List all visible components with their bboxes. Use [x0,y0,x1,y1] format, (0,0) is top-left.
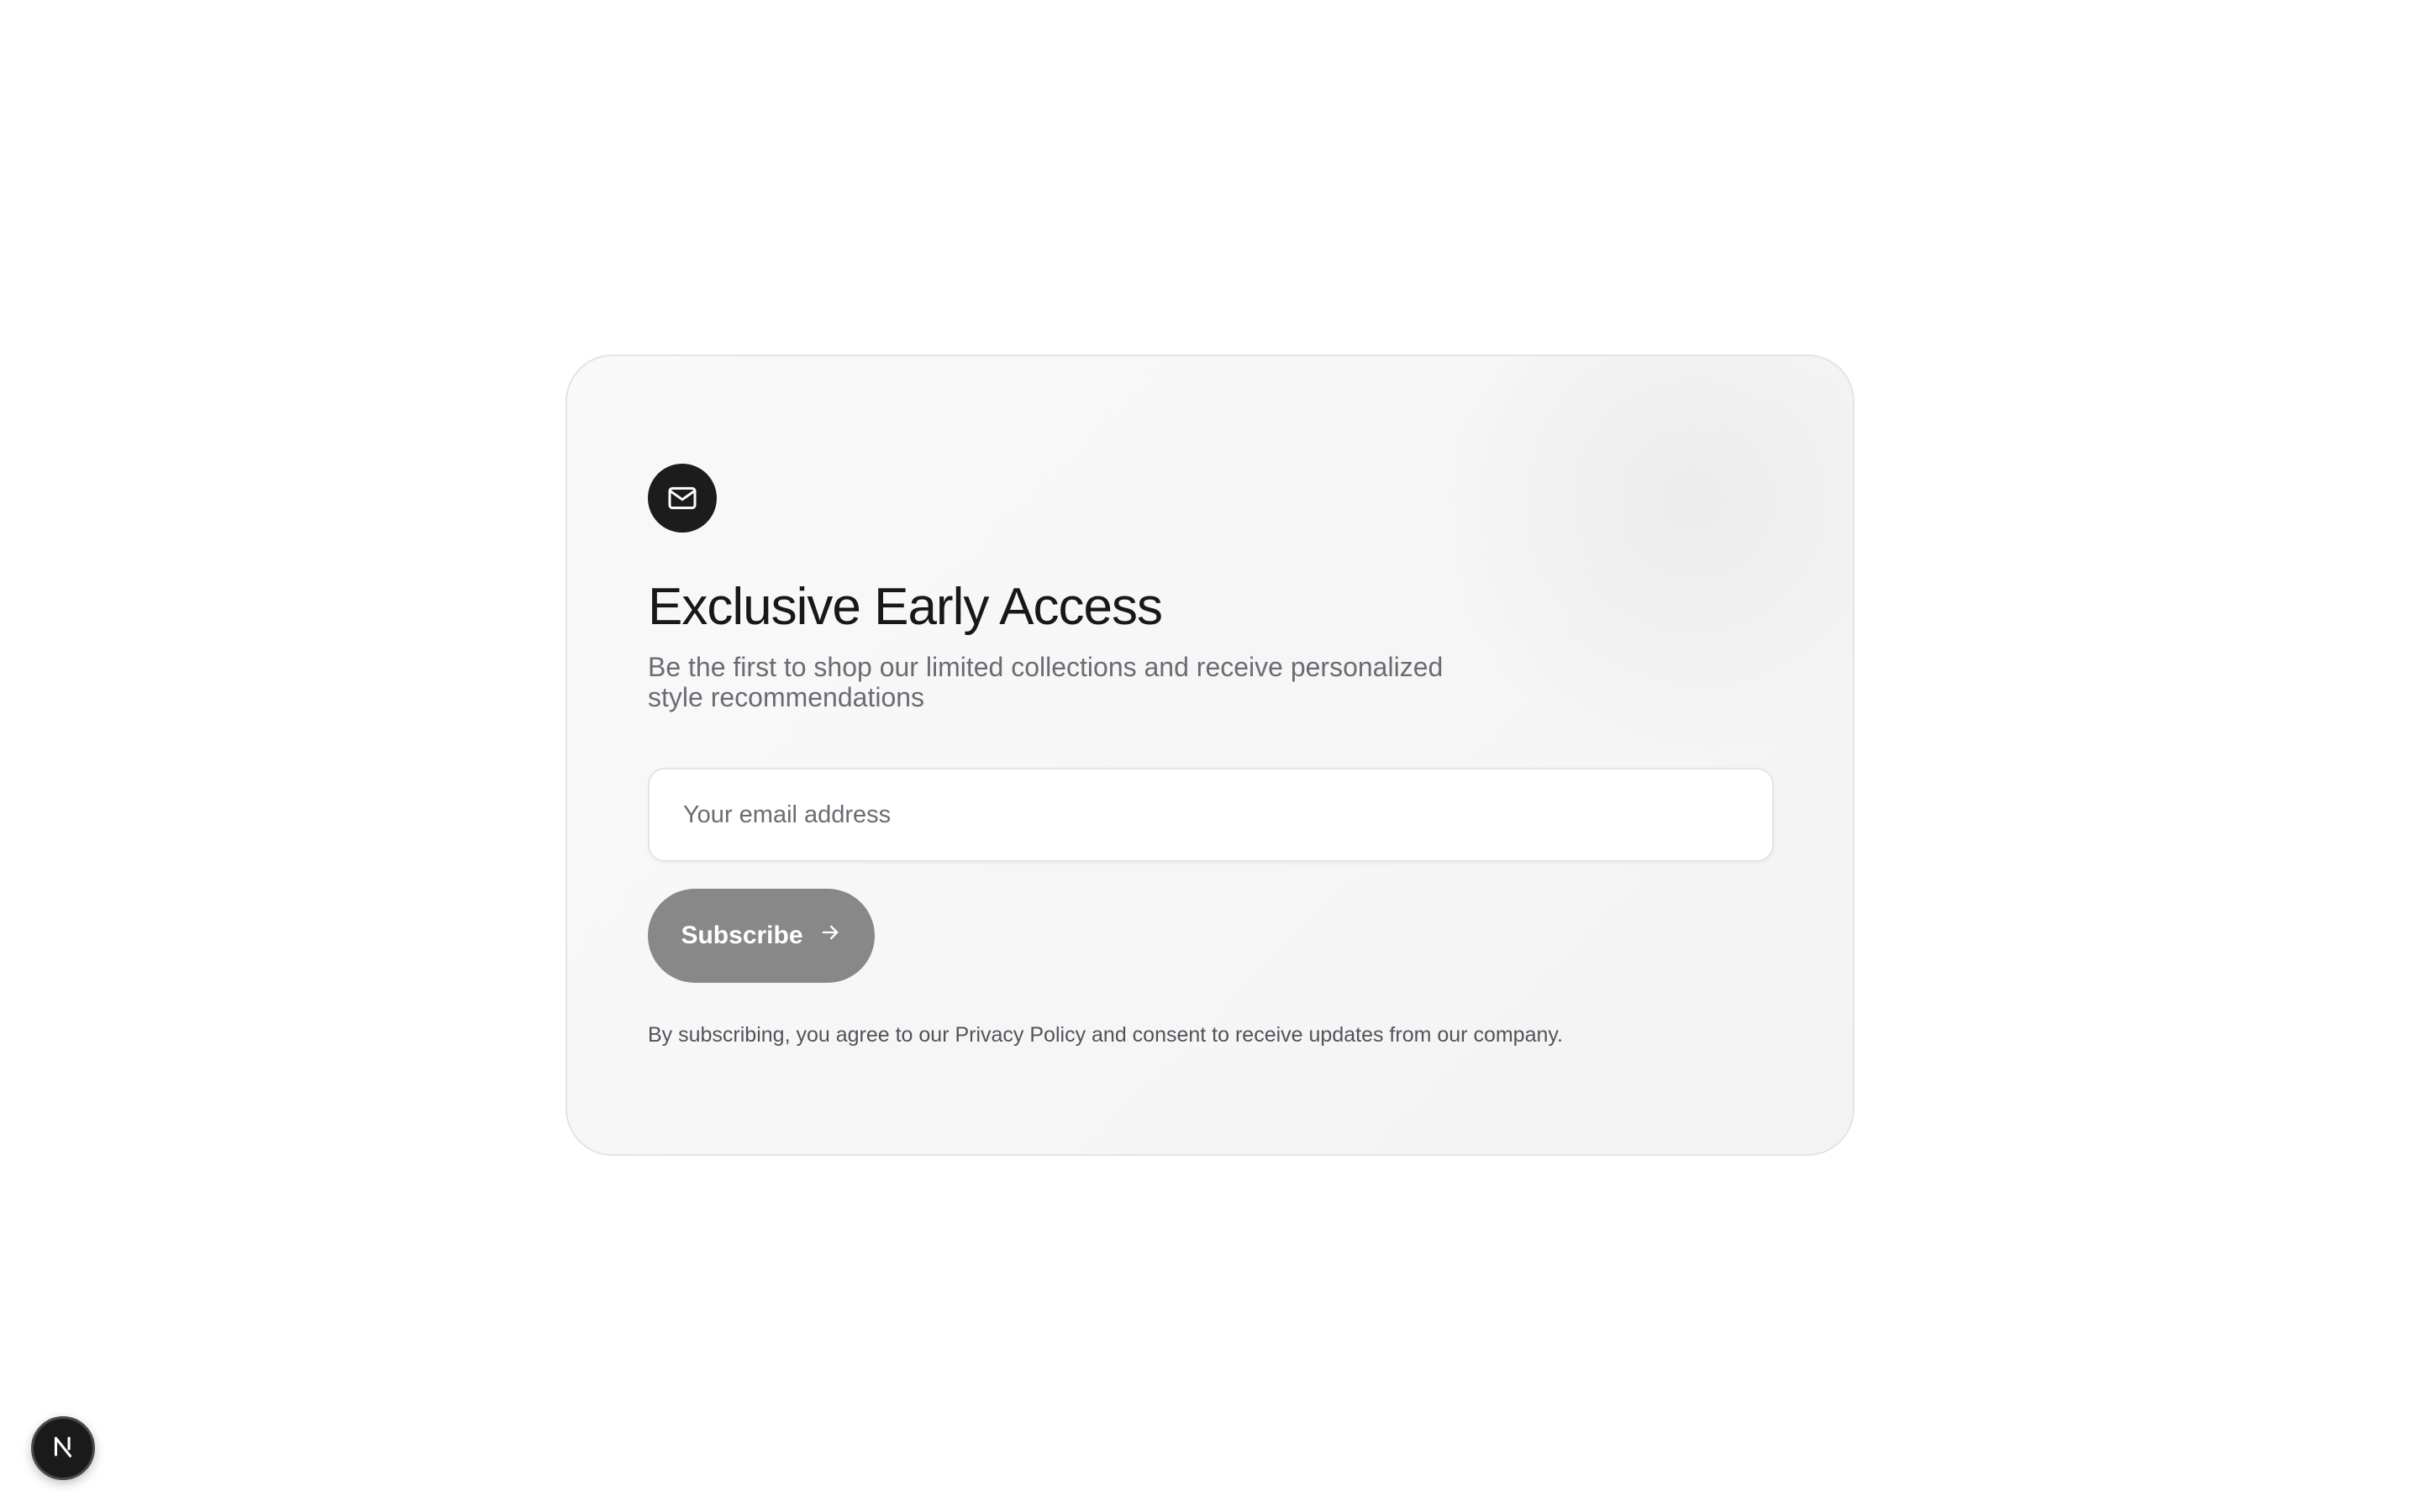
nextjs-logo-icon [49,1432,77,1465]
page: Exclusive Early Access Be the first to s… [0,0,2420,1512]
nextjs-dev-badge[interactable] [31,1416,95,1480]
newsletter-card: Exclusive Early Access Be the first to s… [566,354,1854,1156]
page-title: Exclusive Early Access [648,578,1163,636]
subscribe-button[interactable]: Subscribe [648,889,875,983]
arrow-right-icon [818,921,842,951]
email-input[interactable] [648,768,1774,862]
subtitle: Be the first to shop our limited collect… [648,652,1444,712]
privacy-disclaimer: By subscribing, you agree to our Privacy… [648,1023,1563,1047]
subscribe-button-label: Subscribe [681,921,803,949]
mail-icon [648,464,717,533]
